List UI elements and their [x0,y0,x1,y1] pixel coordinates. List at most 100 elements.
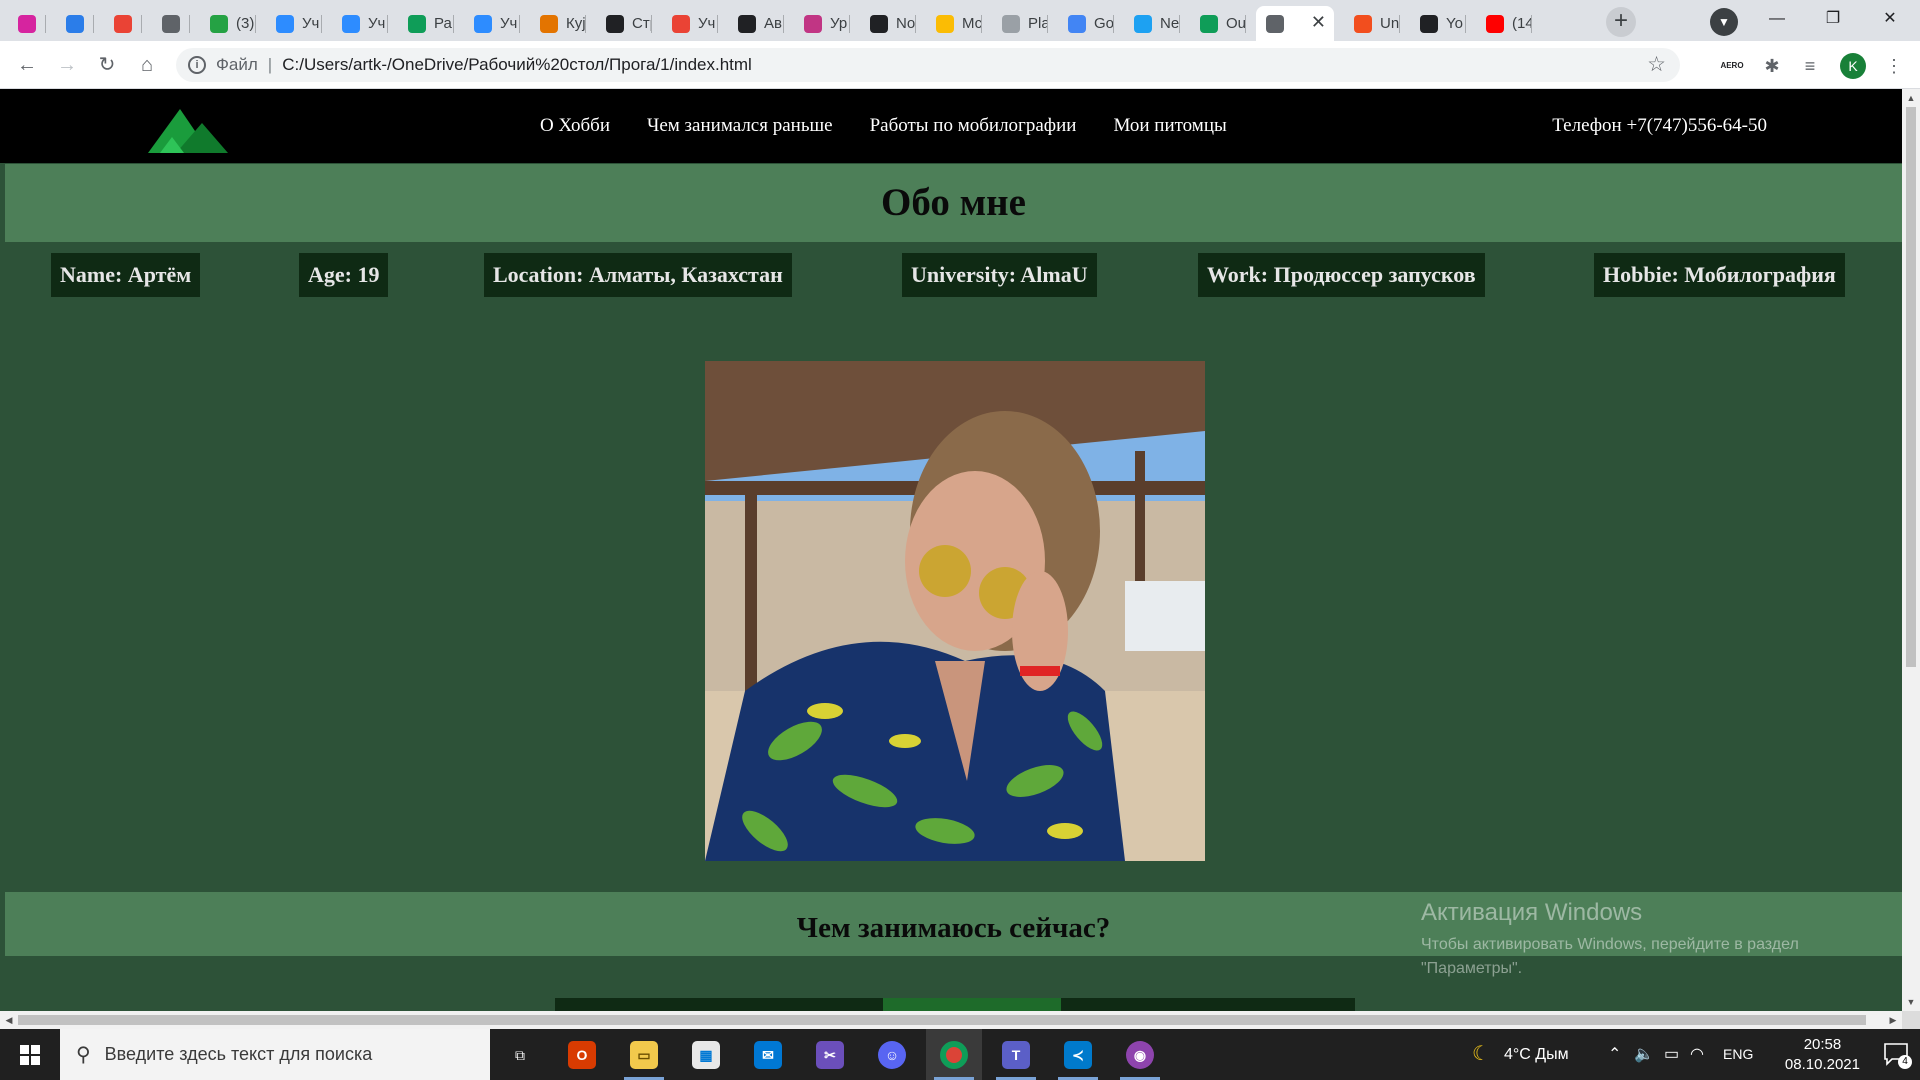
browser-tab[interactable]: Pla [992,6,1048,41]
browser-tab[interactable]: Ав [728,6,784,41]
forward-icon[interactable]: → [52,50,82,80]
phone-number: Телефон +7(747)556-64-50 [1552,115,1767,136]
browser-tab[interactable]: Стр [596,6,652,41]
browser-tab[interactable] [56,6,94,41]
reload-icon[interactable]: ↻ [92,50,122,80]
browser-tab[interactable]: Yo [1410,6,1466,41]
mail-app-icon[interactable]: ✉ [740,1029,796,1080]
wifi-icon[interactable]: ◠ [1690,1029,1704,1080]
tab-close-icon[interactable]: ✕ [1311,12,1326,33]
browser-tab[interactable]: No [860,6,916,41]
address-bar[interactable]: i Файл | C:/Users/artk-/OneDrive/Рабочий… [176,48,1680,82]
taskbar-clock[interactable]: 20:58 08.10.2021 [1785,1035,1860,1075]
scroll-up-icon[interactable]: ▲ [1902,89,1920,107]
browser-tab[interactable]: Уч [662,6,718,41]
nav-link-pets[interactable]: Мои питомцы [1113,115,1226,137]
tab-favicon-icon [738,14,756,33]
office-app-icon[interactable]: O [554,1029,610,1080]
file-explorer-icon[interactable]: ▭ [616,1029,672,1080]
nav-link-mobilography[interactable]: Работы по мобилографии [870,115,1077,137]
browser-tab[interactable]: Ра [398,6,454,41]
info-location: Location: Алматы, Казахстан [484,253,792,297]
browser-tab[interactable]: Ne [1124,6,1180,41]
browser-tab[interactable]: Уч [464,6,520,41]
tray-chevron-up-icon[interactable]: ⌃ [1608,1029,1621,1080]
search-icon: ⚲ [76,1044,91,1066]
browser-tab[interactable]: Go [1058,6,1114,41]
github-desktop-icon[interactable]: ◉ [1112,1029,1168,1080]
mountain-logo-icon[interactable] [148,101,238,153]
profile-avatar[interactable]: K [1840,53,1866,79]
vertical-scroll-thumb[interactable] [1906,107,1916,667]
browser-tab[interactable]: ✕ [1256,6,1334,41]
snip-app-icon[interactable]: ✂ [802,1029,858,1080]
menu-kebab-icon[interactable]: ⋮ [1882,54,1906,78]
language-indicator[interactable]: ENG [1723,1029,1753,1080]
vertical-scrollbar[interactable]: ▲ ▼ [1902,89,1920,1011]
chrome-app-icon[interactable] [926,1029,982,1080]
tab-label: Pla [1028,15,1048,32]
tab-search-icon[interactable]: ▼ [1710,8,1738,36]
browser-tab[interactable]: Ур [794,6,850,41]
new-tab-button[interactable]: + [1606,7,1636,37]
browser-tab[interactable]: (3) [200,6,256,41]
section-tabs-strip[interactable] [555,998,1355,1011]
minimize-button[interactable]: — [1757,4,1797,34]
tab-label: Ра [434,15,452,32]
browser-tab[interactable] [152,6,190,41]
aero-extension-icon[interactable]: AERO [1720,54,1744,78]
nav-link-hobby[interactable]: О Хобби [540,115,610,137]
browser-tab[interactable] [8,6,46,41]
scroll-down-icon[interactable]: ▼ [1902,993,1920,1011]
page-viewport: О Хобби Чем занимался раньше Работы по м… [0,89,1902,1011]
browser-tab[interactable]: Un [1344,6,1400,41]
weather-moon-icon[interactable]: ☾ [1472,1029,1490,1080]
tab-favicon-icon [162,14,180,33]
tab-favicon-icon [474,14,492,33]
watermark-text: Чтобы активировать Windows, перейдите в … [1421,936,1799,977]
discord-app-icon[interactable]: ☺ [864,1029,920,1080]
taskbar-search-box[interactable]: ⚲ Введите здесь текст для поиска [60,1029,490,1080]
tab-separator [1047,15,1048,33]
tab-favicon-icon [342,14,360,33]
section-tab-active[interactable] [883,998,1061,1011]
battery-icon[interactable]: ▭ [1664,1029,1679,1080]
browser-tab[interactable]: Ou [1190,6,1246,41]
windows-start-icon[interactable] [0,1029,60,1080]
bookmark-star-icon[interactable]: ☆ [1647,52,1666,77]
browser-tab[interactable] [104,6,142,41]
info-university: University: AlmaU [902,253,1097,297]
nav-link-past[interactable]: Чем занимался раньше [647,115,833,137]
browser-tab[interactable]: Уч [332,6,388,41]
teams-app-icon[interactable]: T [988,1029,1044,1080]
profile-photo [705,361,1205,861]
store-app-icon[interactable]: ▦ [678,1029,734,1080]
scroll-right-icon[interactable]: ▶ [1884,1011,1902,1029]
browser-tab[interactable]: (14 [1476,6,1532,41]
media-controls-icon[interactable]: ≡ [1798,54,1822,78]
address-url[interactable]: C:/Users/artk-/OneDrive/Рабочий%20стол/П… [282,55,752,75]
tab-favicon-icon [1486,14,1504,33]
volume-icon[interactable]: 🔈 [1634,1029,1654,1080]
clock-time: 20:58 [1803,1036,1842,1053]
extensions-puzzle-icon[interactable]: ✱ [1760,54,1784,78]
task-view-icon[interactable]: ⧉ [492,1029,548,1080]
site-info-icon[interactable]: i [188,56,206,74]
horizontal-scrollbar[interactable]: ◀ ▶ [0,1011,1902,1029]
back-icon[interactable]: ← [12,50,42,80]
notification-center-icon[interactable]: 4 [1882,1041,1912,1069]
vscode-app-icon[interactable]: ≺ [1050,1029,1106,1080]
home-icon[interactable]: ⌂ [132,50,162,80]
tab-label: Un [1380,15,1400,32]
browser-tab[interactable]: Уч [266,6,322,41]
tab-separator [981,15,982,33]
scroll-left-icon[interactable]: ◀ [0,1011,18,1029]
close-window-button[interactable]: ✕ [1870,4,1910,34]
tab-favicon-icon [804,14,822,33]
horizontal-scroll-thumb[interactable] [18,1015,1866,1025]
restore-button[interactable]: ❐ [1813,4,1853,34]
tab-favicon-icon [1420,14,1438,33]
browser-tab[interactable]: Мс [926,6,982,41]
weather-text[interactable]: 4°C Дым [1504,1029,1569,1080]
browser-tab[interactable]: Куј [530,6,586,41]
